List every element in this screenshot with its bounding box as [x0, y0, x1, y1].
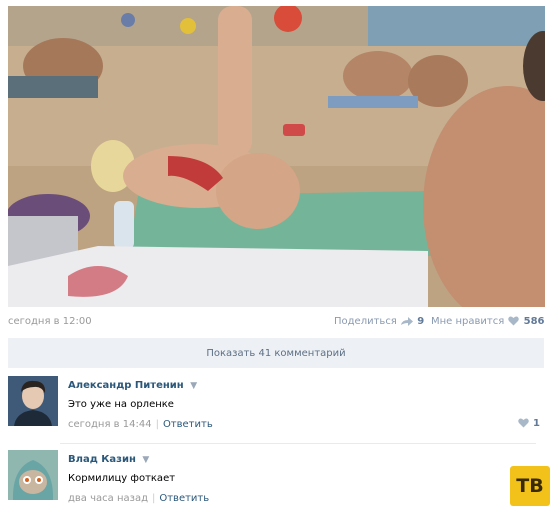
heart-icon [518, 418, 529, 428]
comment-author-name: Влад Казин [68, 454, 136, 465]
avatar-image [8, 376, 58, 426]
comment-author[interactable]: Влад Казин ▼ [68, 454, 149, 465]
post-photo[interactable] [8, 6, 545, 307]
share-count: 9 [417, 316, 425, 327]
reply-link[interactable]: Ответить [159, 493, 209, 504]
avatar[interactable] [8, 450, 58, 500]
post-time[interactable]: сегодня в 12:00 [8, 316, 92, 327]
chevron-down-icon[interactable]: ▼ [142, 455, 149, 465]
comment-footer: сегодня в 14:44 | Ответить [68, 419, 213, 430]
comment-text: Кормилицу фоткает [68, 473, 176, 484]
like-button[interactable]: Мне нравится 586 [431, 316, 545, 327]
comment-time[interactable]: два часа назад [68, 493, 148, 504]
post-meta-row: сегодня в 12:00 Поделиться 9 Мне нравитс… [8, 314, 545, 330]
comment-author-name: Александр Питенин [68, 380, 184, 391]
comment: Александр Питенин ▼ Это уже на орленке с… [8, 376, 544, 440]
beach-photo-image [8, 6, 545, 307]
divider: | [151, 493, 156, 504]
share-icon [401, 316, 414, 326]
share-button[interactable]: Поделиться 9 [334, 316, 424, 327]
show-comments-button[interactable]: Показать 41 комментарий [8, 338, 544, 368]
chevron-down-icon[interactable]: ▼ [190, 381, 197, 391]
share-label: Поделиться [334, 316, 397, 327]
reply-link[interactable]: Ответить [163, 419, 213, 430]
avatar-image [8, 450, 58, 500]
comment-like-count: 1 [533, 418, 540, 429]
like-label: Мне нравится [431, 316, 505, 327]
comment-divider [60, 443, 536, 444]
like-count: 586 [523, 316, 545, 327]
comment-like-button[interactable]: 1 [517, 418, 540, 429]
avatar[interactable] [8, 376, 58, 426]
comment-author[interactable]: Александр Питенин ▼ [68, 380, 197, 391]
watermark-logo: ТВ [510, 466, 550, 506]
comment: Влад Казин ▼ Кормилицу фоткает два часа … [8, 450, 544, 510]
comment-footer: два часа назад | Ответить [68, 493, 209, 504]
comment-time[interactable]: сегодня в 14:44 [68, 419, 152, 430]
divider: | [155, 419, 159, 430]
comment-text: Это уже на орленке [68, 399, 174, 410]
heart-icon [508, 316, 520, 326]
